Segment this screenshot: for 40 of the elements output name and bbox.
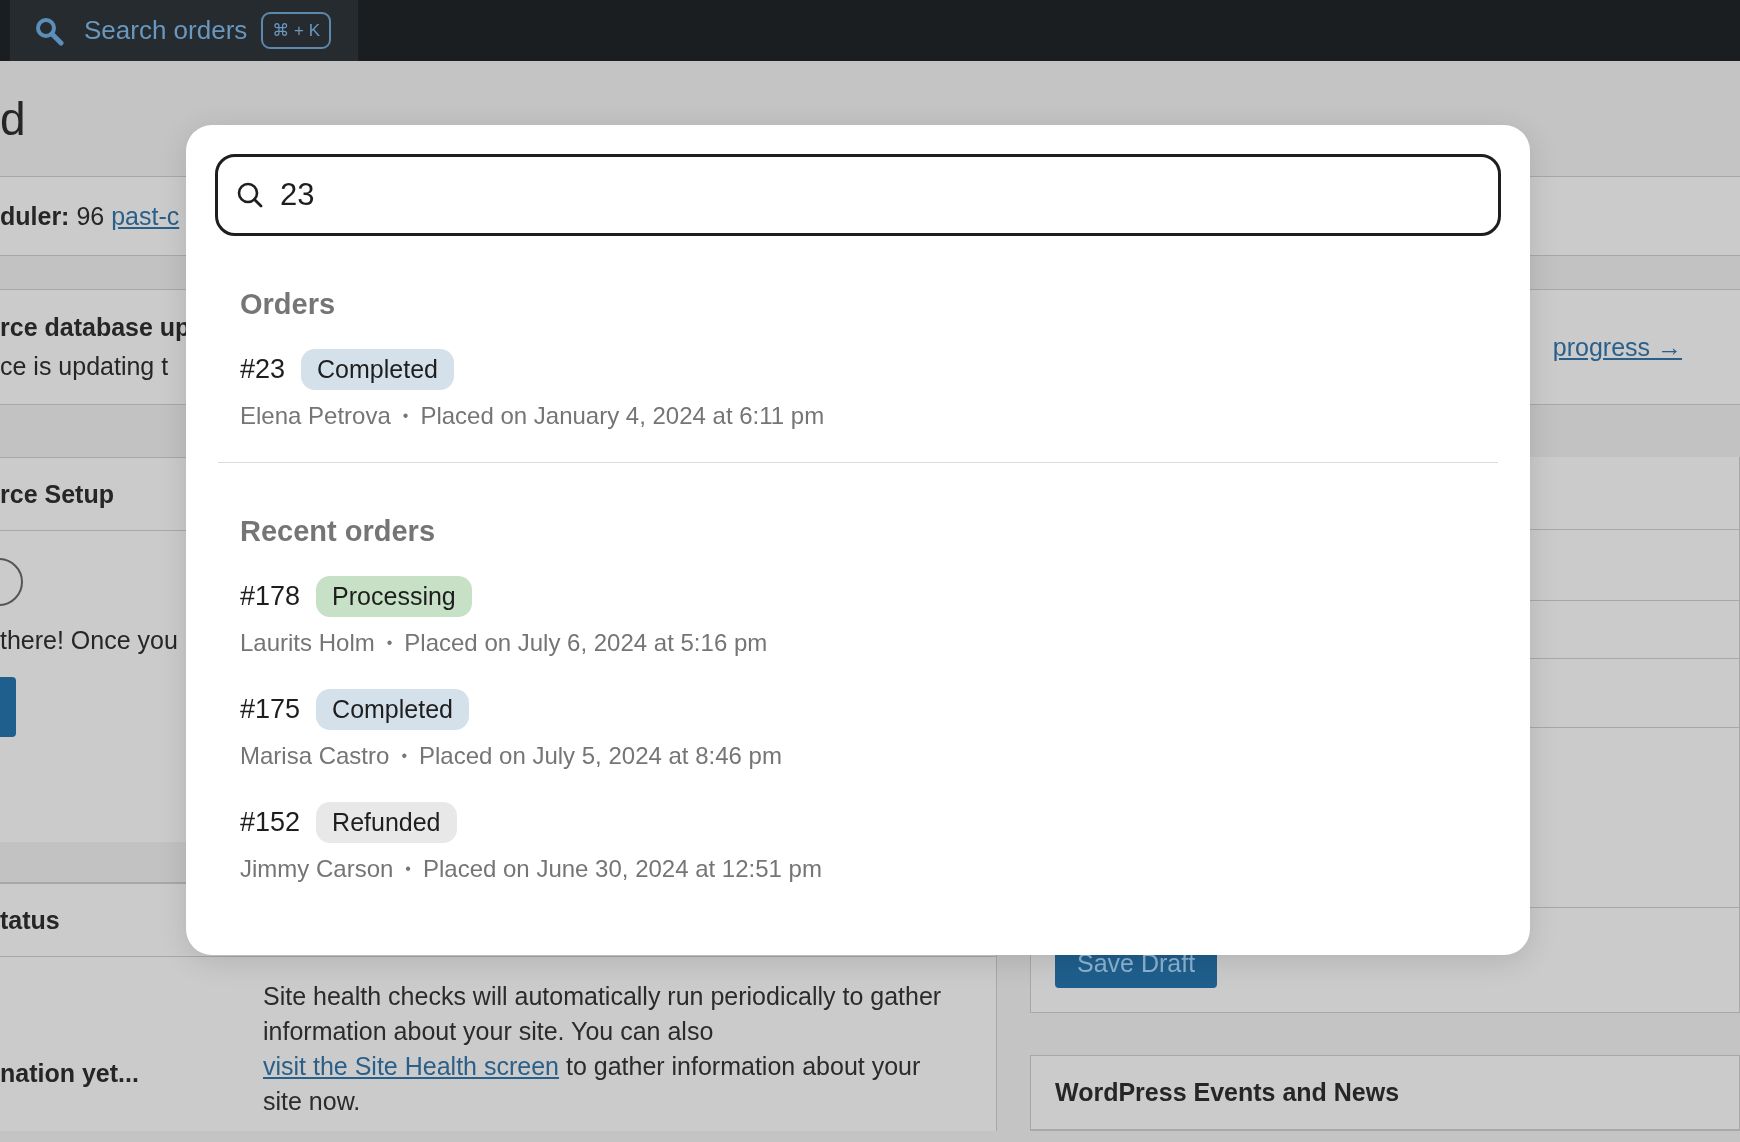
customer-name: Elena Petrova (240, 402, 391, 430)
status-tag: Completed (316, 689, 469, 730)
placed-date: Placed on January 4, 2024 at 6:11 pm (420, 402, 825, 430)
past-due-link[interactable]: past-c (111, 201, 180, 230)
order-number[interactable]: #23 (240, 354, 286, 385)
page-title: d (0, 95, 26, 142)
search-icon (34, 15, 64, 46)
notice-text: duler: 96 past-c (0, 201, 180, 231)
site-health-link[interactable]: visit the Site Health screen (263, 1052, 559, 1080)
search-field[interactable]: 23 (215, 154, 1501, 236)
section-heading: Orders (240, 288, 337, 321)
panel-title: rce Setup (0, 479, 114, 509)
order-number[interactable]: #152 (240, 807, 301, 838)
separator-dot: • (405, 860, 411, 878)
setup-text: there! Once you (0, 626, 178, 655)
customer-name: Laurits Holm (240, 629, 375, 657)
search-label: Search orders (84, 15, 248, 46)
customer-name: Marisa Castro (240, 742, 390, 770)
status-label: nation yet... (0, 1059, 140, 1089)
status-tag: Refunded (316, 802, 457, 843)
status-tag: Processing (316, 576, 472, 617)
panel-title: tatus (0, 905, 60, 935)
placed-date: Placed on July 6, 2024 at 5:16 pm (404, 629, 768, 657)
separator-dot: • (402, 407, 409, 425)
keyboard-shortcut: ⌘ + K (261, 12, 332, 49)
separator-dot: • (386, 634, 393, 652)
panel-title: WordPress Events and News (1055, 1078, 1400, 1107)
search-orders-button[interactable]: Search orders ⌘ + K (10, 0, 358, 61)
setup-button[interactable] (0, 677, 16, 737)
notice-text: ce is updating t (0, 352, 170, 381)
placed-date: Placed on June 30, 2024 at 12:51 pm (422, 855, 822, 883)
order-number[interactable]: #175 (240, 694, 301, 725)
view-progress-link[interactable]: progress → (1552, 332, 1682, 362)
customer-name: Jimmy Carson (240, 855, 394, 883)
order-number[interactable]: #178 (240, 581, 301, 612)
section-heading: Recent orders (240, 515, 436, 548)
separator-dot: • (401, 747, 407, 765)
placed-date: Placed on July 5, 2024 at 8:46 pm (419, 742, 782, 770)
status-tag: Completed (301, 349, 454, 390)
health-check-text: Site health checks will automatically run periodically to gather information about your site. You can also visit the Site Health screen to gather information about your site now. (263, 981, 943, 1117)
